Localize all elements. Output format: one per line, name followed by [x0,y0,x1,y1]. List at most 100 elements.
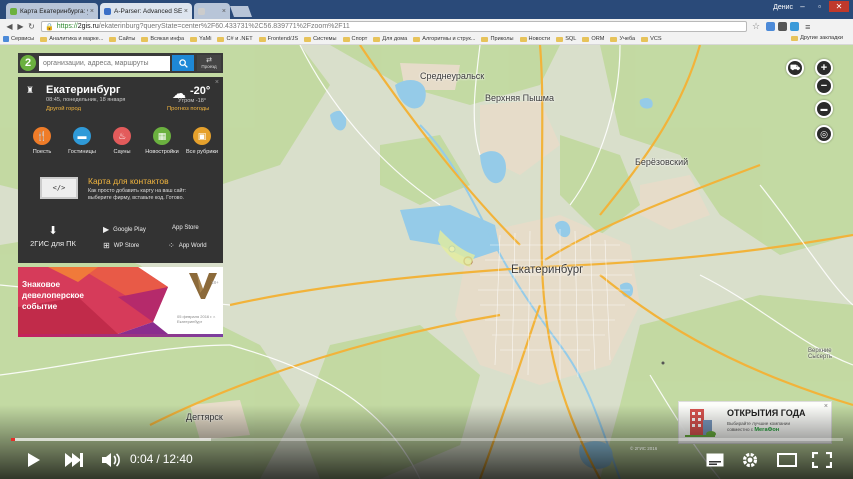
ruler-button[interactable]: ▬ [815,100,833,118]
city-label-degtyarsk[interactable]: Дегтярск [186,412,223,422]
contacts-title[interactable]: Карта для контактов [88,176,169,186]
route-button[interactable]: ⇄ Проезд [197,55,221,71]
city-label-sredneuralsk[interactable]: Среднеуральск [420,71,484,81]
browser-menu-icon[interactable]: ≡ [805,22,810,32]
ad-line-1: Знаковое [22,280,61,289]
ad-banner[interactable]: Знаковое девелоперское событие V 18+ 05 … [18,267,223,337]
zoom-in-button[interactable]: + [815,59,833,77]
tab-1-close-icon[interactable]: × [90,8,94,15]
bookmark-item[interactable]: Сервисы [3,36,34,42]
bookmark-item[interactable]: VCS [641,36,662,42]
city-label-verkhnie-sysert[interactable]: Верхние Сысерть [808,348,848,360]
bookmark-label: Новости [528,36,551,42]
city-label-berezovsky[interactable]: Берёзовский [635,157,688,167]
temperature: -20° [190,85,211,97]
tab-3-close-icon[interactable]: × [222,8,226,15]
bookmark-item[interactable]: Аналитика и марке... [40,36,103,42]
bookmark-label: YaMi [199,36,212,42]
category-all[interactable]: ▣ Все рубрики [184,127,220,155]
bookmark-label: C# и .NET [226,36,253,42]
category-saunas[interactable]: ♨ Сауны [104,127,140,155]
settings-button[interactable] [739,451,761,469]
bookmark-label: Сервисы [11,36,35,42]
bookmark-item[interactable]: Новости [519,36,551,42]
bookmark-item[interactable]: Всякая инфа [141,36,184,42]
pc-label: 2ГИС для ПК [30,239,76,248]
bookmark-item[interactable]: Для дома [373,36,407,42]
city-label-ekaterinburg[interactable]: Екатеринбург [511,264,583,276]
window-buttons: – ▫ ✕ [795,1,849,12]
next-icon [65,453,83,467]
play-button[interactable] [24,451,44,469]
download-pc-link[interactable]: ⬇ 2ГИС для ПК [26,224,80,248]
screen: Карта Екатеринбурга: ул... × A-Parser: A… [0,0,853,479]
contacts-illustration[interactable]: </> [40,177,80,203]
category-new-buildings[interactable]: ▦ Новостройки [144,127,180,155]
bookmark-item[interactable]: Сайты [109,36,135,42]
bookmark-item[interactable]: ORM [582,36,604,42]
extension-icon-3[interactable] [790,22,800,31]
browser-tab-1[interactable]: Карта Екатеринбурга: ул... × [6,3,98,19]
bookmark-item[interactable]: C# и .NET [217,36,253,42]
bookmark-item[interactable]: Спорт [342,36,367,42]
category-eat[interactable]: 🍴 Поесть [24,127,60,155]
traffic-layer-button[interactable]: ⛟ [786,59,804,77]
bookmark-item[interactable]: SQL [556,36,576,42]
geolocation-button[interactable]: ◎ [815,125,833,143]
volume-button[interactable] [100,451,122,469]
back-icon[interactable]: ◀ [4,22,15,31]
forward-icon[interactable]: ▶ [15,22,26,31]
bookmarks-bar: Сервисы Аналитика и марке... Сайты Всякая и… [0,34,853,45]
bookmark-item[interactable]: Приколы [481,36,514,42]
tab-2-close-icon[interactable]: × [184,8,188,15]
google-play-link[interactable]: ▶ Google Play [103,225,146,234]
browser-tab-3[interactable]: × [194,3,230,19]
wp-store-link[interactable]: ⊞ WP Store [103,241,139,250]
video-progress-bar[interactable] [11,438,843,441]
browser-tab-2[interactable]: A-Parser: Advanced SE Pa... × [100,3,192,19]
close-window-icon[interactable]: ✕ [829,1,849,12]
maximize-icon[interactable]: ▫ [812,1,827,12]
ad-bottom-bar [18,334,223,337]
search-input[interactable] [39,55,170,71]
category-label: Новостройки [145,149,179,155]
promo-close-icon[interactable]: × [824,403,828,410]
bookmark-star-icon[interactable]: ☆ [752,21,760,32]
search-button[interactable] [172,55,194,71]
city-label-verkhnyaya-pyshma[interactable]: Верхняя Пышма [485,93,554,103]
extension-icon-2[interactable] [778,22,788,31]
bookmark-item[interactable]: Алгоритмы и струк... [413,36,475,42]
reload-icon[interactable]: ↻ [26,22,37,31]
minimize-icon[interactable]: – [795,1,810,12]
browser-user-name[interactable]: Денис [773,4,793,11]
forecast-link[interactable]: Прогноз погоды [167,106,209,112]
address-bar[interactable]: 🔒 https:// 2gis.ru /ekaterinburg?querySt… [41,21,747,32]
bookmark-label: VCS [650,36,662,42]
theater-mode-button[interactable] [776,451,798,469]
subtitles-button[interactable] [704,451,726,469]
app-world-link[interactable]: ⁘ App World [168,241,207,250]
next-button[interactable] [63,451,85,469]
lock-icon: 🔒 [45,23,54,31]
other-bookmarks[interactable]: Другие закладки [791,35,843,41]
new-tab-button[interactable] [229,6,253,17]
2gis-logo[interactable]: 2 [20,55,36,71]
bookmark-item[interactable]: YaMi [190,36,211,42]
tab-2-title: A-Parser: Advanced SE Pa... [114,7,182,15]
bookmark-item[interactable]: Системы [304,36,337,42]
target-icon: ◎ [820,128,828,139]
fullscreen-button[interactable] [811,451,833,469]
zoom-out-button[interactable]: − [815,77,833,95]
time-display: 0:04/12:40 [130,452,193,466]
extension-icon-1[interactable] [766,22,776,31]
route-label: Проезд [201,64,217,69]
ad-headline: Знаковое девелоперское событие [22,279,84,312]
url-scheme: https:// [56,23,78,30]
bookmark-item[interactable]: Frontend/JS [258,36,298,42]
other-city-link[interactable]: Другой город [46,106,81,112]
bookmark-item[interactable]: Учеба [610,36,635,42]
app-store-link[interactable]: App Store [168,225,199,231]
card-close-icon[interactable]: × [215,79,219,86]
category-hotels[interactable]: ▬ Гостиницы [64,127,100,155]
city-icon: ♜ [26,85,35,95]
